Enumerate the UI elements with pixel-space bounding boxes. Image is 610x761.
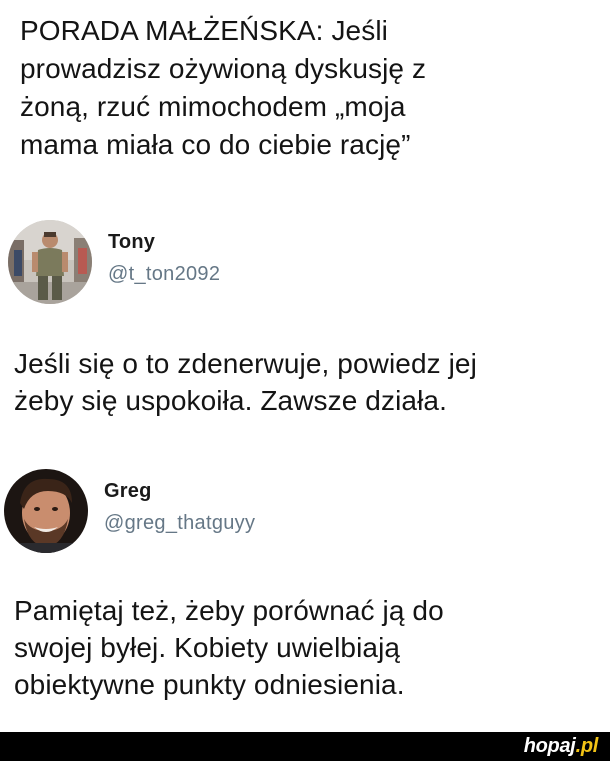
greg-tweet-header: Greg @greg_thatguyy [0,465,610,561]
tony-handle[interactable]: @t_ton2092 [108,263,220,286]
greg-reply-text: Pamiętaj też, żeby porównać ją do swojej… [14,595,444,700]
tony-reply-text: Jeśli się o to zdenerwuje, powiedz jej ż… [14,348,477,416]
watermark-name: hopaj [523,735,576,757]
greg-handle[interactable]: @greg_thatguyy [104,512,255,535]
greg-avatar[interactable] [4,469,88,553]
smiling-man-avatar-icon [4,469,88,553]
tony-display-name[interactable]: Tony [108,231,155,254]
original-post-text: PORADA MAŁŻEŃSKA: Jeśli prowadzisz ożywi… [20,15,427,160]
watermark-tld: .pl [575,735,599,757]
greg-display-name[interactable]: Greg [104,480,151,503]
tony-avatar[interactable] [8,220,92,304]
watermark-bar: hopaj.pl [0,732,610,761]
tony-tweet-header: Tony @t_ton2092 [0,216,610,312]
site-watermark: hopaj.pl [523,735,599,758]
person-standing-street-avatar-icon [8,220,92,304]
